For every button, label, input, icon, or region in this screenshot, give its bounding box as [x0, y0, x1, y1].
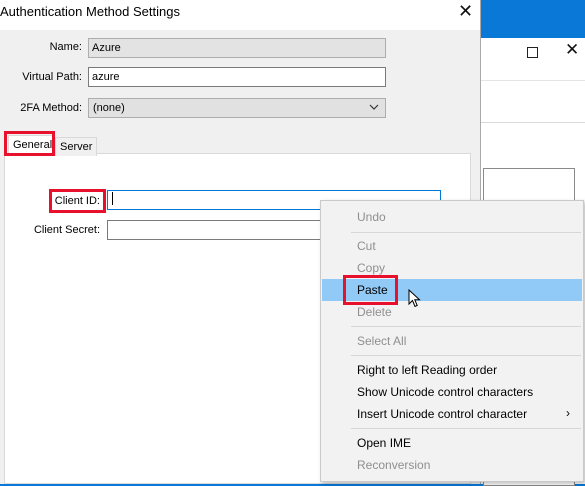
menu-item-open-ime[interactable]: Open IME [322, 432, 582, 454]
annotation-box [343, 275, 398, 305]
twofa-selected-value: (none) [93, 102, 125, 114]
text-caret [112, 192, 113, 205]
twofa-select[interactable]: (none) [88, 98, 386, 118]
dialog-title: Authentication Method Settings [0, 4, 180, 19]
menu-separator [351, 232, 581, 233]
chevron-right-icon: › [566, 406, 570, 420]
name-label: Name: [49, 41, 82, 53]
twofa-label: 2FA Method: [20, 102, 82, 114]
menu-item-cut[interactable]: Cut [322, 235, 582, 257]
menu-item-insert-unicode[interactable]: Insert Unicode control character › [322, 403, 582, 425]
virtual-path-label: Virtual Path: [22, 71, 82, 83]
virtual-path-field[interactable]: azure [88, 67, 386, 87]
menu-item-undo[interactable]: Undo [322, 206, 582, 228]
divider [471, 122, 585, 123]
menu-item-reconversion[interactable]: Reconversion [322, 454, 582, 476]
annotation-box [4, 131, 55, 156]
tab-server[interactable]: Server [55, 137, 97, 156]
menu-item-select-all[interactable]: Select All [322, 330, 582, 352]
client-secret-label: Client Secret: [33, 224, 100, 236]
name-field[interactable]: Azure [88, 38, 386, 58]
menu-item-label: Copy [357, 261, 386, 275]
menu-item-show-unicode[interactable]: Show Unicode control characters [322, 381, 582, 403]
close-icon[interactable]: ✕ [565, 40, 579, 60]
menu-item-label: Undo [357, 210, 386, 224]
menu-item-label: Reconversion [357, 458, 431, 472]
menu-item-label: Show Unicode control characters [357, 385, 534, 399]
menu-separator [351, 428, 581, 429]
menu-separator [351, 355, 581, 356]
menu-item-label: Right to left Reading order [357, 363, 498, 377]
context-menu: Undo Cut Copy Paste Delete Select All Ri… [320, 200, 584, 482]
mouse-pointer-icon [408, 288, 422, 312]
menu-item-label: Insert Unicode control character [357, 407, 528, 421]
menu-item-rtl-reading-order[interactable]: Right to left Reading order [322, 359, 582, 381]
chevron-down-icon [369, 100, 379, 117]
menu-separator [351, 326, 581, 327]
close-icon[interactable]: ✕ [458, 1, 473, 22]
annotation-box [49, 189, 106, 213]
maximize-icon[interactable] [527, 47, 538, 58]
menu-item-label: Open IME [357, 436, 412, 450]
menu-item-label: Delete [357, 305, 392, 319]
divider [471, 80, 585, 81]
menu-item-label: Cut [357, 239, 376, 253]
title-bar: Authentication Method Settings ✕ [0, 0, 480, 30]
menu-item-label: Select All [357, 334, 407, 348]
